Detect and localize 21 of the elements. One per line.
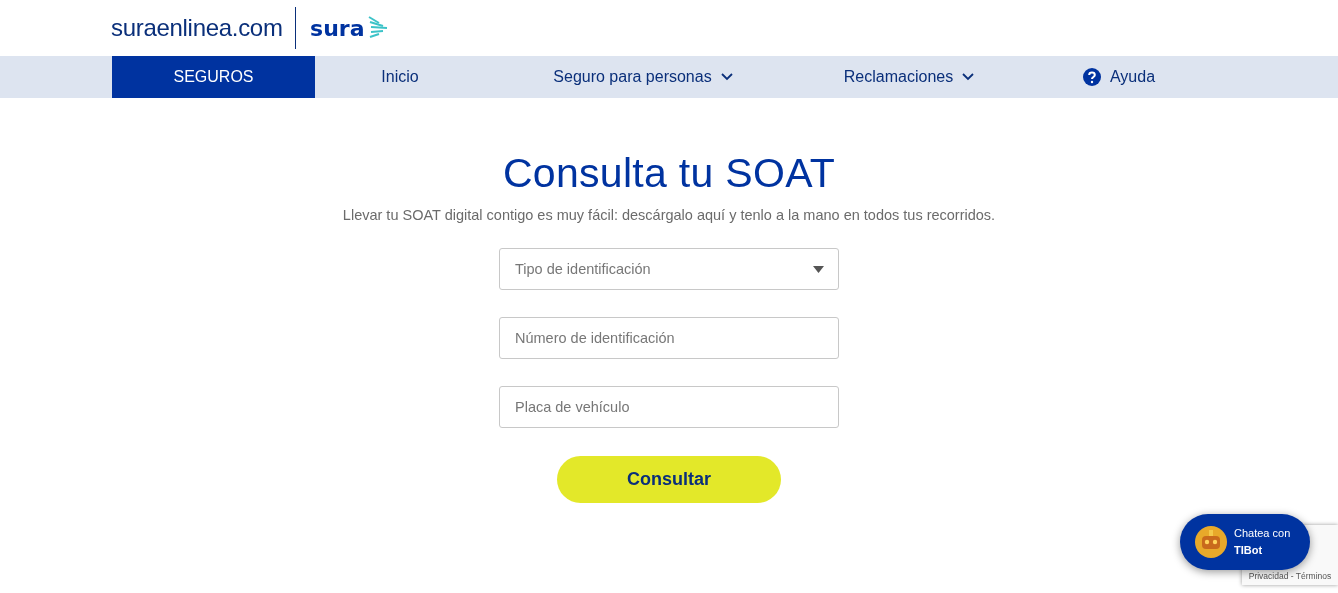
submit-button[interactable]: Consultar: [557, 456, 781, 503]
chat-button[interactable]: Chatea con TIBot: [1180, 514, 1310, 570]
dropdown-arrow-icon: [813, 265, 824, 273]
robot-icon: [1194, 525, 1228, 559]
nav-tab[interactable]: Ayuda: [1017, 56, 1221, 98]
wing-logo-icon: [366, 15, 389, 41]
nav-tab[interactable]: SEGUROS: [112, 56, 315, 98]
nav-tab[interactable]: Seguro para personas: [485, 56, 801, 98]
input-field[interactable]: Número de identificación: [499, 317, 839, 359]
site-logo[interactable]: suraenlinea.com: [111, 14, 283, 42]
chevron-down-icon: [962, 73, 975, 81]
brand-logo[interactable]: sura: [310, 15, 365, 41]
help-icon: [1082, 68, 1101, 86]
nav-tab[interactable]: Inicio: [315, 56, 485, 98]
id-type-dropdown[interactable]: Tipo de identificación: [499, 248, 839, 290]
page-subtitle: Llevar tu SOAT digital contigo es muy fácil: descárgalo aquí y tenlo a la mano en todos tus recorridos.: [342, 207, 996, 223]
input-field[interactable]: Placa de vehículo: [499, 386, 839, 428]
chevron-down-icon: [720, 73, 733, 81]
recaptcha-links[interactable]: Privacidad - Términos: [1248, 571, 1332, 581]
nav-tab[interactable]: Reclamaciones: [801, 56, 1017, 98]
page-title: Consulta tu SOAT: [502, 150, 836, 197]
